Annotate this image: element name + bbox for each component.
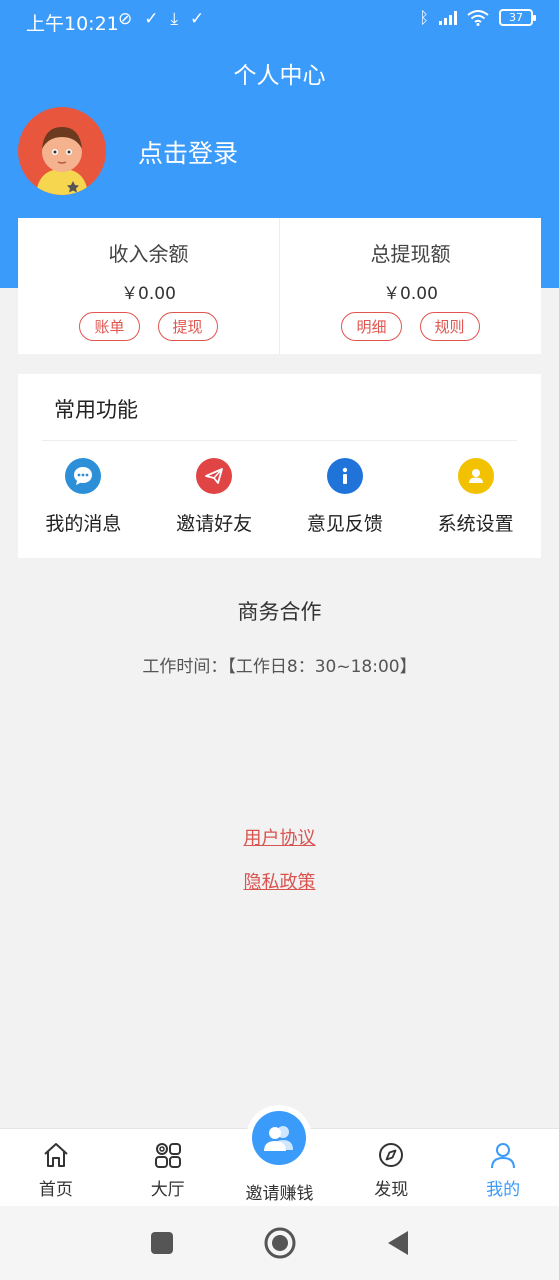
tab-mine[interactable]: 我的 — [447, 1129, 559, 1206]
user-agreement-link[interactable]: 用户协议 — [0, 824, 559, 850]
page-title: 个人中心 — [233, 63, 326, 89]
avatar-illustration-icon — [36, 127, 88, 195]
download-icon: ⤓ — [170, 9, 179, 29]
tab-home-label: 首页 — [38, 1180, 73, 1200]
system-settings-label: 系统设置 — [437, 513, 514, 535]
info-icon — [326, 458, 363, 494]
tab-hall[interactable]: 大厅 — [112, 1129, 224, 1206]
feedback-item[interactable]: 意见反馈 — [280, 458, 411, 536]
status-system-icons: ᛒ 37 — [419, 8, 536, 27]
battery-icon: 37 — [499, 9, 536, 26]
invite-earn-bubble — [246, 1105, 313, 1171]
tab-mine-label: 我的 — [486, 1180, 521, 1200]
common-functions-title: 常用功能 — [54, 398, 138, 422]
login-link[interactable]: 点击登录 — [138, 134, 238, 170]
system-settings-item[interactable]: 系统设置 — [410, 458, 541, 536]
download-done-icon: ✓ — [190, 9, 205, 29]
back-button-icon[interactable] — [386, 1230, 410, 1256]
feedback-label: 意见反馈 — [306, 513, 383, 535]
user-settings-icon — [457, 458, 494, 494]
balance-card: 收入余额 ￥0.00 账单 提现 总提现额 ￥0.00 明细 规则 — [18, 218, 541, 354]
withdraw-button[interactable]: 提现 — [157, 312, 218, 341]
income-balance-value: ￥0.00 — [121, 284, 176, 304]
tab-hall-label: 大厅 — [150, 1180, 185, 1200]
my-messages-item[interactable]: 我的消息 — [18, 458, 149, 536]
bluetooth-icon: ᛒ — [419, 8, 429, 27]
invite-friends-item[interactable]: 邀请好友 — [149, 458, 280, 536]
my-messages-label: 我的消息 — [45, 513, 122, 535]
income-balance-section: 收入余额 ￥0.00 账单 提现 — [18, 218, 279, 354]
rules-button[interactable]: 规则 — [419, 312, 480, 341]
tab-invite-earn[interactable]: 邀请赚钱 — [224, 1105, 336, 1206]
compass-icon — [379, 1143, 404, 1167]
people-icon — [264, 1126, 294, 1151]
tab-discover[interactable]: 发现 — [335, 1129, 447, 1206]
invite-friends-label: 邀请好友 — [176, 513, 253, 535]
total-withdraw-section: 总提现额 ￥0.00 明细 规则 — [279, 218, 541, 354]
message-icon — [65, 458, 102, 494]
status-notification-icons: ⊘ ✓ ⤓ ✓ — [118, 9, 204, 29]
paper-plane-icon — [196, 458, 233, 494]
tab-home[interactable]: 首页 — [0, 1129, 112, 1206]
details-button[interactable]: 明细 — [341, 312, 402, 341]
total-withdraw-value: ￥0.00 — [383, 284, 438, 304]
avatar[interactable] — [18, 107, 106, 195]
home-button-icon[interactable] — [264, 1227, 296, 1259]
signal-icon — [439, 10, 457, 25]
total-withdraw-label: 总提现额 — [370, 242, 451, 266]
bill-button[interactable]: 账单 — [79, 312, 140, 341]
bottom-tab-bar: 首页 大厅 邀请赚钱 发现 我的 — [0, 1105, 559, 1206]
alarm-off-icon: ⊘ — [118, 9, 133, 29]
business-cooperation-title: 商务合作 — [237, 600, 322, 624]
grid-icon — [154, 1143, 181, 1168]
wifi-icon — [467, 9, 489, 26]
recents-button-icon[interactable] — [150, 1231, 174, 1255]
working-hours-text: 工作时间：【工作日8：30~18:00】 — [142, 657, 417, 677]
download-done-icon: ✓ — [144, 9, 159, 29]
income-balance-label: 收入余额 — [108, 242, 189, 266]
tab-discover-label: 发现 — [374, 1180, 409, 1200]
common-functions-card: 常用功能 我的消息 邀请好友 意见反馈 系统设置 — [18, 374, 541, 558]
home-icon — [44, 1143, 68, 1167]
system-navigation-bar — [0, 1206, 559, 1280]
person-icon — [491, 1143, 516, 1169]
divider — [42, 440, 517, 441]
status-bar: 上午10:21 ⊘ ✓ ⤓ ✓ ᛒ 37 — [0, 0, 559, 42]
status-time: 上午10:21 — [26, 13, 119, 35]
tab-invite-earn-label: 邀请赚钱 — [245, 1184, 314, 1204]
privacy-policy-link[interactable]: 隐私政策 — [0, 868, 559, 894]
